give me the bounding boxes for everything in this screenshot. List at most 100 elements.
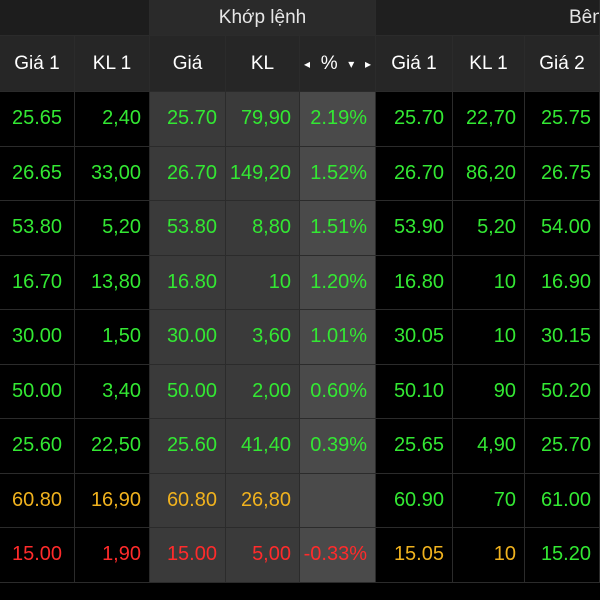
cell-match-volume: 5,00: [226, 528, 300, 583]
cell-bid-volume-1: 3,40: [75, 364, 150, 419]
cell-bid-volume-1: 1,90: [75, 528, 150, 583]
cell-ask-price-2: 25.70: [525, 419, 600, 474]
cell-bid-price-1: 26.65: [0, 146, 75, 201]
col-header-bid-volume-1[interactable]: KL 1: [75, 36, 150, 92]
col-header-percent-label: %: [320, 52, 338, 74]
cell-match-price: 15.00: [150, 528, 226, 583]
cell-match-price: 26.70: [150, 146, 226, 201]
cell-match-volume: 26,80: [226, 473, 300, 528]
cell-ask-price-2: 26.75: [525, 146, 600, 201]
table-row[interactable]: 60.80 16,90 60.80 26,80 60.90 70 61.00: [0, 473, 600, 528]
col-header-ask-volume-1[interactable]: KL 1: [453, 36, 525, 92]
cell-match-volume: 149,20: [226, 146, 300, 201]
cell-match-price: 30.00: [150, 310, 226, 365]
table-row[interactable]: 16.70 13,80 16.80 10 1.20% 16.80 10 16.90: [0, 255, 600, 310]
cell-percent: 1.01%: [300, 310, 376, 365]
cell-ask-volume-1: 70: [453, 473, 525, 528]
cell-ask-price-2: 61.00: [525, 473, 600, 528]
table-row[interactable]: 25.65 2,40 25.70 79,90 2.19% 25.70 22,70 25.75: [0, 92, 600, 147]
col-header-ask-price-2[interactable]: Giá 2: [525, 36, 600, 92]
cell-bid-volume-1: 13,80: [75, 255, 150, 310]
table-row[interactable]: 50.00 3,40 50.00 2,00 0.60% 50.10 90 50.20: [0, 364, 600, 419]
cell-match-price: 60.80: [150, 473, 226, 528]
group-header-matched: Khớp lệnh: [150, 0, 376, 36]
cell-match-volume: 41,40: [226, 419, 300, 474]
col-header-ask-price-1[interactable]: Giá 1: [376, 36, 453, 92]
sort-down-icon[interactable]: ▾: [348, 57, 354, 71]
cell-match-price: 16.80: [150, 255, 226, 310]
cell-bid-volume-1: 16,90: [75, 473, 150, 528]
cell-ask-price-1: 30.05: [376, 310, 453, 365]
cell-ask-price-1: 50.10: [376, 364, 453, 419]
cell-match-price: 25.70: [150, 92, 226, 147]
group-header-ask: Bên: [376, 0, 600, 36]
cell-ask-volume-1: 90: [453, 364, 525, 419]
cell-bid-volume-1: 33,00: [75, 146, 150, 201]
cell-match-price: 25.60: [150, 419, 226, 474]
cell-bid-price-1: 60.80: [0, 473, 75, 528]
cell-match-volume: 2,00: [226, 364, 300, 419]
cell-bid-price-1: 30.00: [0, 310, 75, 365]
cell-ask-price-2: 25.75: [525, 92, 600, 147]
price-board: Khớp lệnh Bên Giá 1 KL 1 Giá KL ◂ % ▾ ▸ …: [0, 0, 600, 600]
cell-match-volume: 79,90: [226, 92, 300, 147]
cell-ask-price-1: 26.70: [376, 146, 453, 201]
data-rows: 25.65 2,40 25.70 79,90 2.19% 25.70 22,70 25.75 2…: [0, 92, 600, 583]
cell-percent: 1.52%: [300, 146, 376, 201]
table-row[interactable]: 30.00 1,50 30.00 3,60 1.01% 30.05 10 30.15: [0, 310, 600, 365]
table-row[interactable]: 53.80 5,20 53.80 8,80 1.51% 53.90 5,20 54.00: [0, 201, 600, 256]
cell-ask-price-1: 25.70: [376, 92, 453, 147]
cell-match-volume: 10: [226, 255, 300, 310]
cell-ask-price-2: 54.00: [525, 201, 600, 256]
col-header-percent[interactable]: ◂ % ▾ ▸: [300, 36, 376, 92]
cell-ask-price-1: 60.90: [376, 473, 453, 528]
group-header-row: Khớp lệnh Bên: [0, 0, 600, 36]
scroll-left-icon[interactable]: ◂: [304, 57, 310, 71]
cell-bid-price-1: 15.00: [0, 528, 75, 583]
cell-bid-price-1: 16.70: [0, 255, 75, 310]
cell-bid-volume-1: 1,50: [75, 310, 150, 365]
cell-ask-price-1: 25.65: [376, 419, 453, 474]
cell-match-price: 50.00: [150, 364, 226, 419]
table-row[interactable]: 25.60 22,50 25.60 41,40 0.39% 25.65 4,90 25.70: [0, 419, 600, 474]
cell-bid-volume-1: 22,50: [75, 419, 150, 474]
cell-ask-volume-1: 5,20: [453, 201, 525, 256]
cell-ask-volume-1: 4,90: [453, 419, 525, 474]
cell-percent: 0.60%: [300, 364, 376, 419]
table-row[interactable]: 15.00 1,90 15.00 5,00 -0.33% 15.05 10 15.20: [0, 528, 600, 583]
cell-ask-price-1: 16.80: [376, 255, 453, 310]
cell-match-volume: 3,60: [226, 310, 300, 365]
cell-ask-price-2: 50.20: [525, 364, 600, 419]
cell-bid-price-1: 53.80: [0, 201, 75, 256]
cell-ask-price-1: 15.05: [376, 528, 453, 583]
cell-bid-volume-1: 2,40: [75, 92, 150, 147]
cell-match-volume: 8,80: [226, 201, 300, 256]
cell-ask-volume-1: 10: [453, 255, 525, 310]
cell-percent: -0.33%: [300, 528, 376, 583]
cell-percent: 0.39%: [300, 419, 376, 474]
table-row[interactable]: 26.65 33,00 26.70 149,20 1.52% 26.70 86,20 26.7…: [0, 146, 600, 201]
cell-bid-volume-1: 5,20: [75, 201, 150, 256]
cell-ask-price-2: 16.90: [525, 255, 600, 310]
scroll-right-icon[interactable]: ▸: [365, 57, 371, 71]
cell-percent: 1.51%: [300, 201, 376, 256]
cell-bid-price-1: 25.60: [0, 419, 75, 474]
cell-ask-price-2: 30.15: [525, 310, 600, 365]
cell-ask-price-2: 15.20: [525, 528, 600, 583]
cell-percent: 1.20%: [300, 255, 376, 310]
col-header-bid-price-1[interactable]: Giá 1: [0, 36, 75, 92]
col-header-match-price[interactable]: Giá: [150, 36, 226, 92]
cell-bid-price-1: 25.65: [0, 92, 75, 147]
cell-ask-volume-1: 86,20: [453, 146, 525, 201]
col-header-match-volume[interactable]: KL: [226, 36, 300, 92]
group-header-bid: [0, 0, 150, 36]
cell-match-price: 53.80: [150, 201, 226, 256]
cell-ask-price-1: 53.90: [376, 201, 453, 256]
cell-percent: 2.19%: [300, 92, 376, 147]
cell-bid-price-1: 50.00: [0, 364, 75, 419]
cell-ask-volume-1: 22,70: [453, 92, 525, 147]
cell-ask-volume-1: 10: [453, 528, 525, 583]
cell-ask-volume-1: 10: [453, 310, 525, 365]
column-header-row: Giá 1 KL 1 Giá KL ◂ % ▾ ▸ Giá 1 KL 1 Giá…: [0, 36, 600, 92]
cell-percent: [300, 473, 376, 528]
